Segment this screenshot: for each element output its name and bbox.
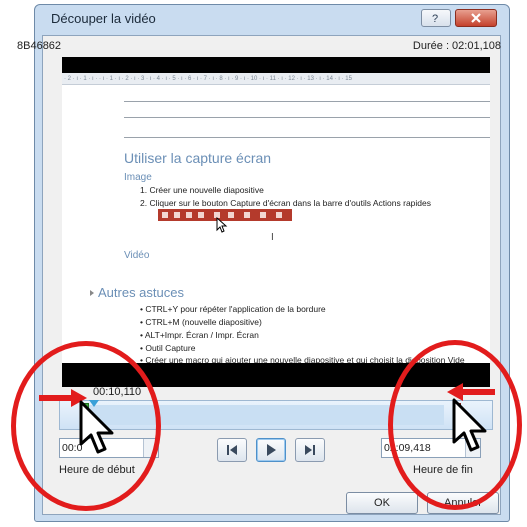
toolbar-icon bbox=[174, 212, 180, 218]
doc-line bbox=[124, 101, 490, 102]
previous-frame-button[interactable] bbox=[217, 438, 247, 462]
toolbar-icon bbox=[228, 212, 234, 218]
large-cursor-start-icon bbox=[79, 400, 114, 454]
doc-list-item: • CTRL+M (nouvelle diapositive) bbox=[140, 317, 262, 327]
toolbar-icon bbox=[260, 212, 266, 218]
doc-line bbox=[124, 137, 490, 138]
collapse-triangle-icon bbox=[90, 290, 94, 296]
doc-list-item: • ALT+Impr. Écran / Impr. Écran bbox=[140, 330, 259, 340]
help-icon: ? bbox=[432, 13, 438, 24]
toolbar-icon bbox=[198, 212, 204, 218]
video-letterbox-top bbox=[62, 57, 490, 73]
svg-text:?: ? bbox=[432, 13, 438, 24]
help-button[interactable]: ? bbox=[421, 9, 451, 27]
doc-list-item: 2. Cliquer sur le bouton Capture d'écran… bbox=[140, 198, 431, 208]
toolbar-icon bbox=[244, 212, 250, 218]
doc-list-item: • CTRL+Y pour répéter l'application de l… bbox=[140, 304, 326, 314]
play-icon bbox=[267, 444, 276, 456]
toolbar-icon bbox=[162, 212, 168, 218]
media-id: 8B46862 bbox=[17, 40, 62, 52]
ok-button[interactable]: OK bbox=[346, 492, 418, 514]
text-cursor-icon: I bbox=[271, 232, 274, 243]
doc-list-item: • Outil Capture bbox=[140, 343, 196, 353]
previous-frame-icon bbox=[227, 445, 237, 455]
document-ruler: · 2 · ı · 1 · ı · · ı · 1 · ı · 2 · ı · … bbox=[62, 73, 490, 85]
doc-subheading-image: Image bbox=[124, 172, 152, 183]
toolbar-icon bbox=[186, 212, 192, 218]
duration-label: Durée : 02:01,108 bbox=[412, 40, 501, 52]
next-frame-button[interactable] bbox=[295, 438, 325, 462]
title-bar: Découper la vidéo ? bbox=[35, 5, 509, 35]
play-button[interactable] bbox=[256, 438, 286, 462]
close-icon bbox=[471, 13, 481, 23]
video-preview: · 2 · ı · 1 · ı · · ı · 1 · ı · 2 · ı · … bbox=[62, 57, 490, 387]
toolbar-icon bbox=[276, 212, 282, 218]
dialog-title: Découper la vidéo bbox=[51, 11, 156, 26]
close-button[interactable] bbox=[455, 9, 497, 27]
mouse-cursor-icon bbox=[216, 217, 228, 233]
doc-heading-capture: Utiliser la capture écran bbox=[124, 150, 272, 166]
doc-subheading-video: Vidéo bbox=[124, 250, 150, 261]
doc-list-item: 1. Créer une nouvelle diapositive bbox=[140, 185, 264, 195]
doc-heading-tips: Autres astuces bbox=[98, 285, 184, 300]
doc-line bbox=[124, 117, 490, 118]
large-cursor-end-icon bbox=[452, 398, 487, 452]
next-frame-icon bbox=[305, 445, 315, 455]
